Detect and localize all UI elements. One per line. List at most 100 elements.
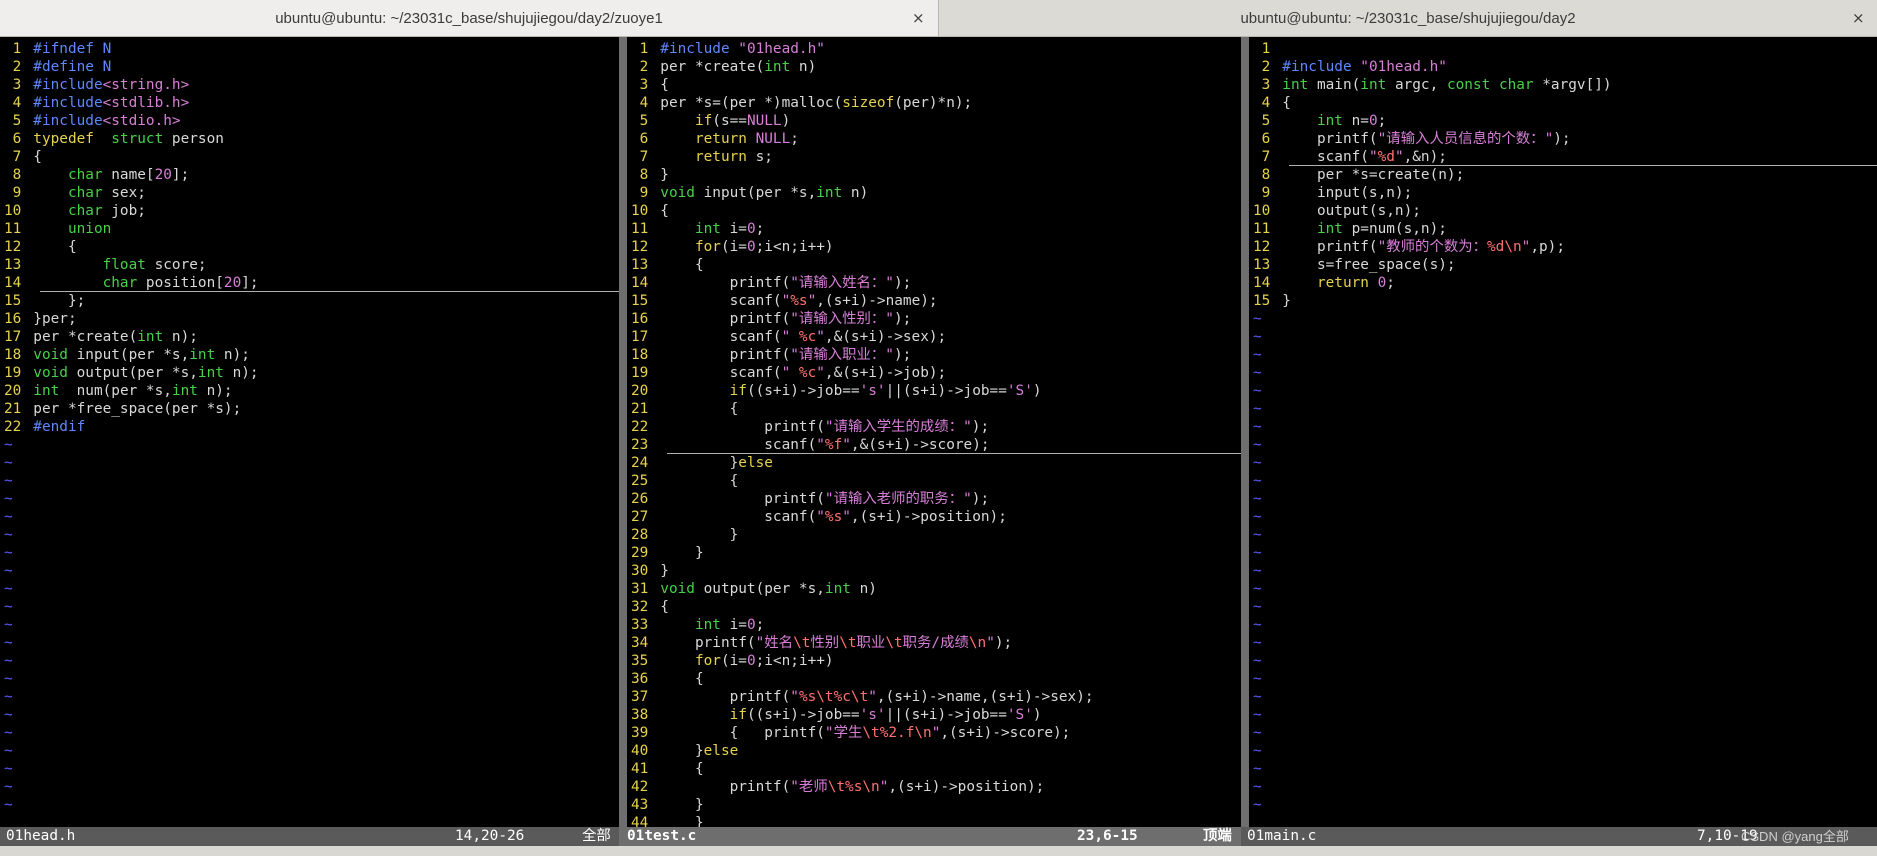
code-line[interactable]: 36 { — [627, 670, 704, 688]
code-line[interactable]: 16 printf("请输入性别："); — [627, 310, 911, 328]
editor-pane-01main[interactable]: 1 2 #include "01head.h" 3 int main(int argc,… — [1249, 37, 1877, 827]
code-line[interactable]: 15 }; — [0, 292, 85, 310]
code-line[interactable]: 31 void output(per *s,int n) — [627, 580, 877, 598]
code-line[interactable]: 14 char position[20]; — [0, 274, 259, 292]
code-line[interactable]: 30} — [627, 562, 669, 580]
code-line[interactable]: 10 { — [627, 202, 669, 220]
code-line[interactable]: 33 int i=0; — [627, 616, 764, 634]
code-line[interactable]: 3 int main(int argc, const char *argv[]) — [1249, 76, 1612, 94]
code-line[interactable]: 17 per *create(int n); — [0, 328, 198, 346]
code-line[interactable]: 22 printf("请输入学生的成绩："); — [627, 418, 989, 436]
line-number: 9 — [1261, 185, 1271, 201]
code-line[interactable]: 16}per; — [0, 310, 77, 328]
code-line[interactable]: 3 #include<string.h> — [0, 76, 190, 94]
code-line[interactable]: 5 #include<stdio.h> — [0, 112, 181, 130]
code-line[interactable]: 11 int i=0; — [627, 220, 764, 238]
code-line[interactable]: 13 float score; — [0, 256, 207, 274]
code-token: printf( — [660, 419, 825, 435]
code-line[interactable]: 15 scanf("%s",(s+i)->name); — [627, 292, 938, 310]
code-line[interactable]: 11 int p=num(s,n); — [1249, 220, 1447, 238]
code-line[interactable]: 14 return 0; — [1249, 274, 1395, 292]
code-token: 职业 — [856, 635, 886, 651]
close-icon[interactable]: × — [912, 9, 925, 27]
code-line[interactable]: 4{ — [1249, 94, 1291, 112]
code-line[interactable]: 32 { — [627, 598, 669, 616]
tab-day2[interactable]: ubuntu@ubuntu: ~/23031c_base/shujujiegou… — [938, 0, 1877, 36]
code-line[interactable]: 43 } — [627, 796, 704, 814]
code-line[interactable]: 3{ — [627, 76, 669, 94]
code-line[interactable]: 2 #define N — [0, 58, 112, 76]
code-line[interactable]: 15} — [1249, 292, 1291, 310]
code-line[interactable]: 8 per *s=create(n); — [1249, 166, 1465, 184]
code-line[interactable]: 38 if((s+i)->job=='s'||(s+i)->job=='S') — [627, 706, 1042, 724]
code-line[interactable]: 29 } — [627, 544, 704, 562]
code-line[interactable]: 19 void output(per *s,int n); — [0, 364, 259, 382]
code-line[interactable]: 10 output(s,n); — [1249, 202, 1421, 220]
vertical-split-divider[interactable] — [619, 37, 627, 827]
code-line[interactable]: 5 if(s==NULL) — [627, 112, 791, 130]
editor-pane-01head[interactable]: 1 #ifndef N 2 #define N 3 #include<string.h> 4… — [0, 37, 619, 827]
code-line[interactable]: 18 void input(per *s,int n); — [0, 346, 250, 364]
code-line[interactable]: 5 int n=0; — [1249, 112, 1387, 130]
code-line[interactable]: 28 } — [627, 526, 738, 544]
editor-pane-01test[interactable]: 1 #include "01head.h" 2 per *create(int n) 3… — [627, 37, 1241, 827]
line-number: 34 — [630, 635, 649, 651]
code-line[interactable]: 37 printf("%s\t%c\t",(s+i)->name,(s+i)->… — [627, 688, 1094, 706]
code-line[interactable]: 9 input(s,n); — [1249, 184, 1413, 202]
code-line[interactable]: 44 } — [627, 814, 704, 827]
code-token: printf( — [1282, 131, 1378, 147]
code-line[interactable]: 20 int num(per *s,int n); — [0, 382, 233, 400]
code-line[interactable]: 13 s=free_space(s); — [1249, 256, 1456, 274]
code-line[interactable]: 8 char name[20]; — [0, 166, 190, 184]
code-line[interactable]: 34 printf("姓名\t性别\t职业\t职务/成绩\n"); — [627, 634, 1012, 652]
code-line[interactable]: 1 #ifndef N — [0, 40, 112, 58]
code-line[interactable]: 42 printf("老师\t%s\n",(s+i)->position); — [627, 778, 1044, 796]
code-line[interactable]: 7{ — [0, 148, 42, 166]
code-line[interactable]: 17 scanf(" %c",&(s+i)->sex); — [627, 328, 946, 346]
code-line[interactable]: 11 union — [0, 220, 111, 238]
code-line[interactable]: 41 { — [627, 760, 704, 778]
code-line[interactable]: 21 per *free_space(per *s); — [0, 400, 241, 418]
code-line[interactable]: 39 { printf("学生\t%2.f\n",(s+i)->score); — [627, 724, 1070, 742]
code-line[interactable]: 19 scanf(" %c",&(s+i)->job); — [627, 364, 946, 382]
code-token: " — [816, 365, 825, 381]
code-line[interactable]: 12 { — [0, 238, 77, 256]
code-line[interactable]: 24 }else — [627, 454, 773, 472]
line-number: 10 — [3, 203, 22, 219]
code-line[interactable]: 40 }else — [627, 742, 738, 760]
code-line[interactable]: 4 #include<stdlib.h> — [0, 94, 190, 112]
code-line[interactable]: 13 { — [627, 256, 704, 274]
code-token: 性别 — [810, 635, 840, 651]
close-icon[interactable]: × — [1852, 9, 1865, 27]
code-line[interactable]: 8} — [627, 166, 669, 184]
code-line[interactable]: 9 void input(per *s,int n) — [627, 184, 869, 202]
code-line[interactable]: 6 return NULL; — [627, 130, 799, 148]
code-line[interactable]: 23 scanf("%f",&(s+i)->score); — [627, 436, 990, 454]
code-line[interactable]: 2 per *create(int n) — [627, 58, 817, 76]
code-line[interactable]: 18 printf("请输入职业："); — [627, 346, 911, 364]
vertical-split-divider[interactable] — [1241, 37, 1249, 827]
code-line[interactable]: 21 { — [627, 400, 738, 418]
code-line[interactable]: 6 typedef struct person — [0, 130, 224, 148]
code-line[interactable]: 22 #endif — [0, 418, 85, 436]
code-line[interactable]: 12 for(i=0;i<n;i++) — [627, 238, 834, 256]
code-line[interactable]: 6 printf("请输入人员信息的个数："); — [1249, 130, 1571, 148]
code-line[interactable]: 4 per *s=(per *)malloc(sizeof(per)*n); — [627, 94, 973, 112]
code-line[interactable]: 35 for(i=0;i<n;i++) — [627, 652, 834, 670]
code-line[interactable]: 7 scanf("%d",&n); — [1249, 148, 1447, 166]
code-line[interactable]: 9 char sex; — [0, 184, 146, 202]
code-line[interactable]: 10 char job; — [0, 202, 146, 220]
code-line[interactable]: 20 if((s+i)->job=='s'||(s+i)->job=='S') — [627, 382, 1042, 400]
code-line[interactable]: 1 #include "01head.h" — [627, 40, 825, 58]
tab-zuoye1[interactable]: ubuntu@ubuntu: ~/23031c_base/shujujiegou… — [0, 0, 938, 36]
code-token: " — [807, 293, 817, 309]
code-line[interactable]: 27 scanf("%s",(s+i)->position); — [627, 508, 1007, 526]
code-line[interactable]: 12 printf("教师的个数为：%d\n",p); — [1249, 238, 1565, 256]
code-line[interactable]: 7 return s; — [627, 148, 773, 166]
code-line[interactable]: 26 printf("请输入老师的职务："); — [627, 490, 989, 508]
empty-line-tilde: ~ — [1253, 599, 1262, 615]
code-line[interactable]: 2 #include "01head.h" — [1249, 58, 1447, 76]
code-line[interactable]: 1 — [1249, 40, 1282, 58]
code-line[interactable]: 25 { — [627, 472, 738, 490]
code-line[interactable]: 14 printf("请输入姓名："); — [627, 274, 911, 292]
